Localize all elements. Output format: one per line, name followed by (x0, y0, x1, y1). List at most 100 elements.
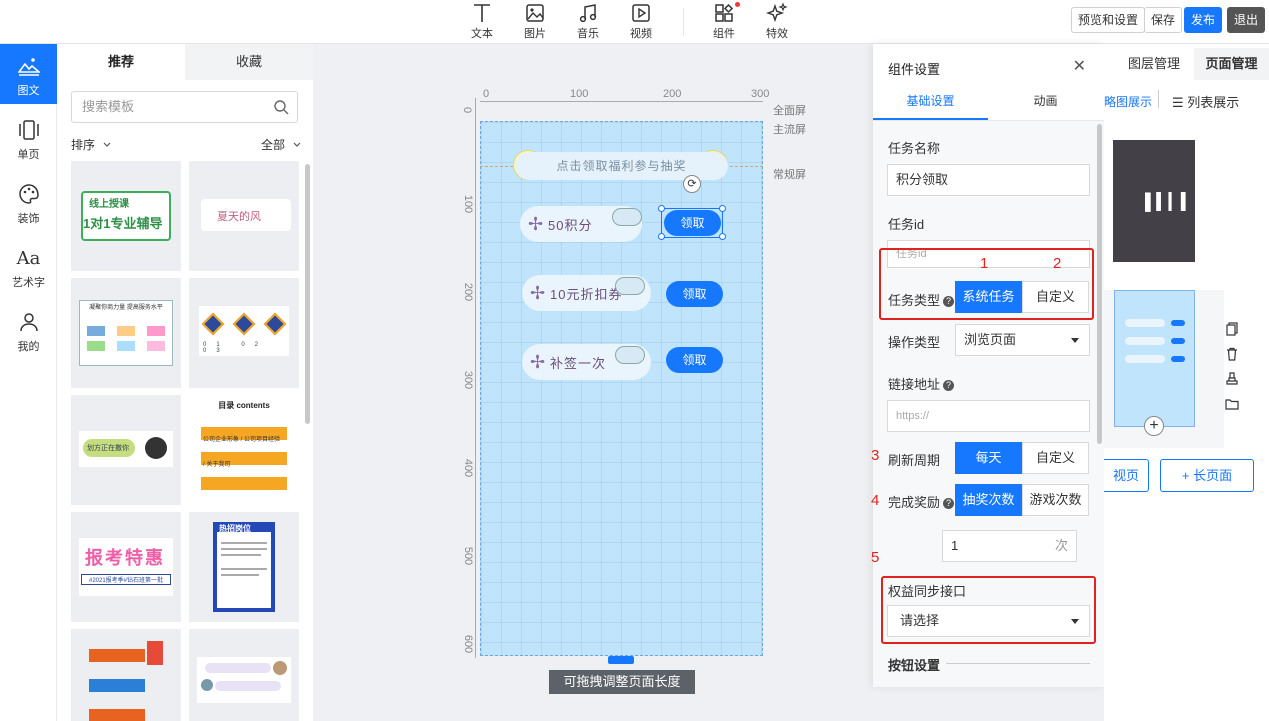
op-type-select[interactable]: 浏览页面 (955, 324, 1090, 356)
reward-label: 完成奖励? (888, 492, 955, 511)
ruler-tick: 0 (461, 106, 474, 114)
divider (946, 663, 1090, 664)
component-icon (715, 3, 734, 22)
page-thumbnail-1[interactable]: ▌▍▎▍ (1113, 140, 1195, 262)
page-thumbnail-2[interactable] (1114, 290, 1195, 427)
button-settings-heading: 按钮设置 (888, 658, 941, 673)
claim-button[interactable]: 领取 (666, 347, 723, 373)
tab-basic-settings[interactable]: 基础设置 (873, 92, 988, 120)
filter-dropdown[interactable]: 全部 (261, 136, 302, 153)
add-page-icon[interactable]: + (1144, 416, 1164, 436)
reward-toggle: 抽奖次数 游戏次数 (955, 484, 1089, 516)
settings-scrollbar[interactable] (1097, 124, 1102, 444)
user-icon (19, 313, 38, 332)
tool-label: 图片 (524, 28, 546, 40)
tool-image[interactable]: 图片 (513, 2, 557, 41)
option-daily[interactable]: 每天 (955, 442, 1022, 474)
publish-button[interactable]: 发布 (1184, 7, 1223, 33)
search-icon[interactable] (273, 99, 289, 115)
phone-page[interactable] (480, 121, 763, 656)
tab-recommend[interactable]: 推荐 (57, 44, 185, 80)
divider (1158, 90, 1159, 108)
ruler-tick: 600 (462, 634, 475, 654)
resize-handle[interactable] (719, 205, 726, 212)
pinwheel-icon: ✢ (528, 214, 544, 234)
filter-label: 全部 (261, 138, 286, 152)
tool-effects[interactable]: 特效 (755, 2, 799, 41)
task-label: 补签一次 (550, 355, 607, 371)
template-card[interactable]: 凝聚你商力量 提高服务水平 (71, 278, 181, 388)
tool-music[interactable]: 音乐 (566, 2, 610, 41)
nav-item-page[interactable]: 单页 (0, 108, 57, 168)
template-card[interactable] (189, 629, 299, 721)
template-card[interactable]: 热招岗位 (189, 512, 299, 622)
view-list[interactable]: ☰ 列表展示 (1172, 92, 1239, 111)
nav-item-art-text[interactable]: Aa 艺术字 (0, 236, 57, 296)
template-title: 凝聚你商力量 提高服务水平 (89, 305, 163, 311)
claim-button[interactable]: 领取 (666, 281, 723, 307)
preview-settings-button[interactable]: 预览和设置 (1071, 7, 1146, 33)
ruler-tick: 0 (483, 88, 490, 100)
folder-icon[interactable] (1225, 397, 1239, 411)
tool-component[interactable]: 组件 (702, 2, 746, 41)
template-title: 目录 contents (218, 401, 270, 410)
template-panel: 推荐 收藏 搜索模板 排序 全部 线上授课 1对1专业辅导 夏天的风 凝聚你商力… (57, 44, 313, 721)
add-long-page-button[interactable]: + 长页面 (1160, 459, 1254, 492)
template-card[interactable]: 报考特惠 #2021报考季#钻石班第一批 (71, 512, 181, 622)
op-type-label: 操作类型 (888, 335, 941, 350)
resize-handle[interactable] (658, 233, 665, 240)
label-text: 链接地址 (888, 377, 941, 392)
template-text: 公司企业形象 / 公司项目经验 / 关于我司 (203, 437, 281, 468)
template-card[interactable]: 夏天的风 (189, 161, 299, 271)
link-input[interactable]: https:// (887, 400, 1090, 432)
rotate-icon[interactable]: ⟳ (683, 175, 701, 193)
new-page-button[interactable]: 视页 (1104, 459, 1149, 492)
resize-handle[interactable] (658, 205, 665, 212)
help-icon[interactable]: ? (943, 498, 955, 509)
nav-item-mine[interactable]: 我的 (0, 300, 57, 360)
tab-favorites[interactable]: 收藏 (185, 44, 313, 80)
sort-dropdown[interactable]: 排序 (71, 136, 112, 153)
nav-item-graphics[interactable]: 图文 (0, 44, 57, 104)
exit-button[interactable]: 退出 (1227, 7, 1266, 33)
template-card[interactable]: 线上授课 1对1专业辅导 (71, 161, 181, 271)
template-search-input[interactable]: 搜索模板 (71, 91, 298, 123)
nav-item-decoration[interactable]: 装饰 (0, 172, 57, 232)
settings-title: 组件设置 (888, 62, 941, 77)
caret-down-icon (1071, 338, 1079, 343)
close-icon[interactable]: ✕ (1073, 56, 1086, 76)
task-name-input[interactable]: 积分领取 (887, 164, 1090, 196)
tool-video[interactable]: 视频 (619, 2, 663, 41)
template-card[interactable]: 01 02 03 (189, 278, 299, 388)
template-card[interactable]: 划方正在撒你 (71, 395, 181, 505)
option-lottery-count[interactable]: 抽奖次数 (955, 484, 1022, 516)
search-placeholder: 搜索模板 (82, 99, 135, 114)
view-thumbnail[interactable]: 略图展示 (1104, 93, 1152, 110)
template-scrollbar[interactable] (305, 164, 310, 424)
help-icon[interactable]: ? (943, 380, 955, 391)
sparkle-icon (766, 2, 788, 23)
tab-animation[interactable]: 动画 (988, 92, 1103, 120)
chevron-down-icon (103, 142, 111, 147)
option-custom[interactable]: 自定义 (1022, 442, 1089, 474)
option-game-count[interactable]: 游戏次数 (1022, 484, 1089, 516)
chevron-down-icon (293, 142, 301, 147)
template-card[interactable] (71, 629, 181, 721)
copy-icon[interactable] (1225, 322, 1239, 336)
reward-count-input[interactable]: 1 次 (942, 530, 1077, 562)
tab-layers[interactable]: 图层管理 (1118, 48, 1190, 80)
toolbar-divider (683, 8, 684, 36)
music-icon (579, 4, 597, 23)
tool-text[interactable]: 文本 (460, 2, 504, 41)
save-button[interactable]: 保存 (1144, 7, 1183, 33)
ruler-tick: 300 (462, 370, 475, 390)
stamp-icon[interactable] (1225, 372, 1239, 386)
trash-icon[interactable] (1225, 347, 1239, 361)
claim-button[interactable]: 领取 (664, 210, 721, 236)
page-length-handle[interactable] (608, 656, 634, 664)
tab-pages[interactable]: 页面管理 (1194, 48, 1269, 80)
ruler-tick: 400 (462, 458, 475, 478)
template-card[interactable]: 目录 contents 公司企业形象 / 公司项目经验 / 关于我司 (189, 395, 299, 505)
resize-handle[interactable] (719, 233, 726, 240)
left-nav: 图文 单页 装饰 Aa 艺术字 我的 (0, 44, 57, 721)
